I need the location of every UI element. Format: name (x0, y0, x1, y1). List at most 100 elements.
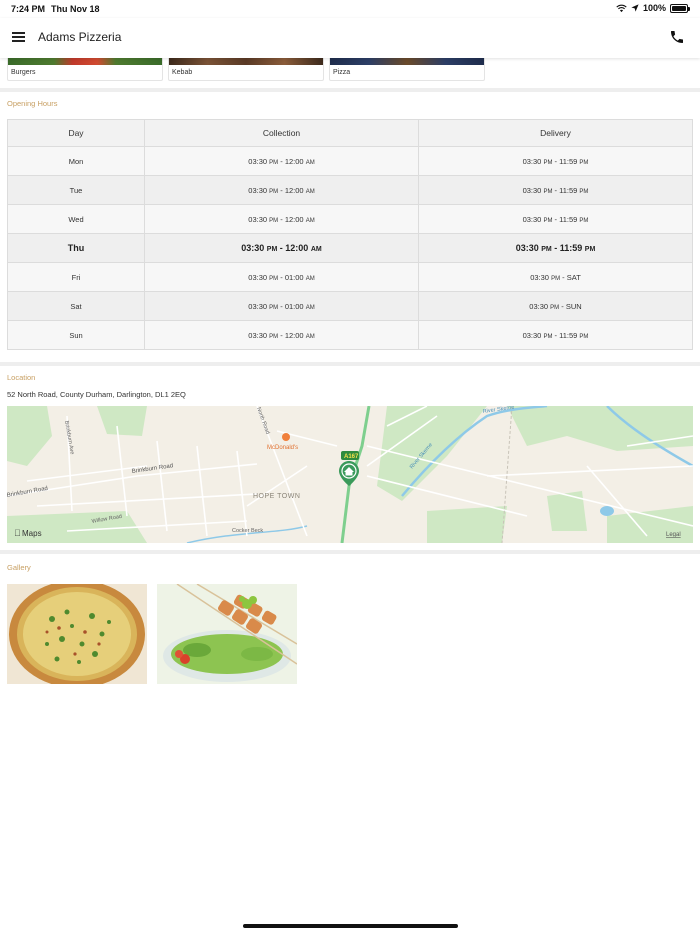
map-poi-label: McDonald's (267, 445, 298, 451)
category-card-kebab[interactable]: Kebab (168, 58, 324, 81)
collection-cell: 03:30 PM - 12:00 AM (144, 175, 419, 205)
category-card-pizza[interactable]: Pizza (329, 58, 485, 81)
status-time: 7:24 PM (11, 4, 46, 14)
collection-cell: 03:30 PM - 01:00 AM (144, 291, 419, 321)
maps-attribution: Maps (22, 529, 42, 538)
category-label: Pizza (333, 69, 351, 76)
day-label: Thu (67, 243, 85, 253)
delivery-start: 03:30 (522, 330, 542, 340)
collection-end: 12:00 (284, 214, 304, 224)
category-image-pizza (330, 58, 484, 65)
header-delivery: Delivery (418, 119, 693, 147)
delivery-start-ampm: PM (550, 304, 560, 311)
battery-icon (670, 3, 690, 13)
delivery-start-ampm: PM (543, 217, 553, 224)
delivery-end-ampm: PM (579, 188, 589, 195)
collection-end: 12:00 (285, 243, 309, 253)
collection-start-ampm: PM (269, 159, 279, 166)
collection-start-ampm: PM (269, 304, 279, 311)
collection-cell: 03:30 PM - 12:00 AM (144, 146, 419, 176)
location-arrow-icon (631, 4, 639, 12)
collection-end-ampm: AM (305, 159, 315, 166)
table-header-row: Day Collection Delivery (7, 119, 693, 147)
collection-end: 12:00 (284, 185, 304, 195)
hours-row-thu: Thu 03:30 PM - 12:00 AM 03:30 PM - 11:59… (7, 233, 693, 263)
collection-end-ampm: AM (305, 304, 315, 311)
route-badge-label: A167 (344, 454, 359, 460)
status-bar: 7:24 PM Thu Nov 18 100% (0, 0, 700, 18)
delivery-cell: 03:30 PM - 11:59 PM (418, 146, 693, 176)
delivery-start-ampm: PM (543, 188, 553, 195)
section-divider (0, 362, 700, 366)
delivery-end-ampm: PM (579, 159, 589, 166)
delivery-end-ampm: PM (579, 333, 589, 340)
delivery-cell: 03:30 PM - SAT (418, 262, 693, 292)
delivery-end-ampm: PM (579, 217, 589, 224)
collection-start-ampm: PM (269, 275, 279, 282)
delivery-start: 03:30 (522, 185, 542, 195)
day-cell: Thu (7, 233, 145, 263)
battery-level (672, 5, 686, 11)
header-day: Day (7, 119, 145, 147)
collection-cell: 03:30 PM - 12:00 AM (144, 233, 419, 263)
delivery-cell: 03:30 PM - 11:59 PM (418, 175, 693, 205)
collection-end: 12:00 (284, 330, 304, 340)
delivery-end-ampm: PM (584, 246, 596, 253)
day-label: Tue (69, 185, 83, 195)
map-area-label: HOPE TOWN (253, 493, 300, 500)
delivery-cell: 03:30 PM - SUN (418, 291, 693, 321)
gallery-image-kebab[interactable] (157, 584, 297, 684)
category-label: Burgers (11, 69, 36, 76)
day-cell: Tue (7, 175, 145, 205)
delivery-cell: 03:30 PM - 11:59 PM (418, 204, 693, 234)
collection-end-ampm: AM (305, 275, 315, 282)
hamburger-menu-icon[interactable] (12, 31, 26, 43)
day-label: Fri (71, 272, 81, 282)
hours-row-sat: Sat 03:30 PM - 01:00 AM 03:30 PM - SUN (7, 291, 693, 321)
collection-end: 12:00 (284, 156, 304, 166)
opening-hours-table: Day Collection Delivery Mon 03:30 PM - 1… (7, 119, 693, 350)
collection-start: 03:30 (248, 214, 268, 224)
battery-percent: 100% (642, 3, 666, 13)
delivery-end: 11:59 (559, 214, 578, 224)
collection-start: 03:30 (248, 272, 268, 282)
home-indicator (243, 924, 458, 928)
hours-row-sun: Sun 03:30 PM - 12:00 AM 03:30 PM - 11:59… (7, 320, 693, 350)
delivery-end: SAT (566, 272, 581, 282)
collection-cell: 03:30 PM - 12:00 AM (144, 204, 419, 234)
top-nav-bar: Adams Pizzeria (0, 18, 700, 58)
collection-start-ampm: PM (269, 333, 279, 340)
delivery-start: 03:30 (529, 301, 549, 311)
section-divider (0, 88, 700, 92)
delivery-start: 03:30 (522, 156, 542, 166)
restaurant-name: Adams Pizzeria (38, 30, 122, 44)
delivery-end: 11:59 (559, 185, 578, 195)
section-divider (0, 550, 700, 554)
category-card-burgers[interactable]: Burgers (7, 58, 163, 81)
kebab-skewer-photo (157, 584, 297, 684)
collection-start: 03:30 (241, 243, 265, 253)
day-cell: Wed (7, 204, 145, 234)
hours-row-tue: Tue 03:30 PM - 12:00 AM 03:30 PM - 11:59… (7, 175, 693, 205)
gallery-image-pizza[interactable] (7, 584, 147, 684)
day-cell: Sat (7, 291, 145, 321)
day-label: Sat (70, 301, 82, 311)
legal-link[interactable]: Legal (666, 532, 681, 538)
category-image-kebab (169, 58, 323, 65)
collection-start: 03:30 (248, 301, 268, 311)
collection-start: 03:30 (248, 330, 268, 340)
pizza-photo (7, 584, 147, 684)
collection-cell: 03:30 PM - 01:00 AM (144, 262, 419, 292)
day-cell: Mon (7, 146, 145, 176)
delivery-end: SUN (565, 301, 582, 311)
header-collection: Collection (144, 119, 419, 147)
delivery-end: 11:59 (559, 156, 578, 166)
day-cell: Sun (7, 320, 145, 350)
status-indicators: 100% (616, 3, 690, 13)
gallery-title: Gallery (7, 563, 31, 572)
location-title: Location (7, 373, 36, 382)
location-map[interactable]: Brinkburn Road Brinkburn Road Brinkburn … (7, 406, 693, 543)
collection-start-ampm: PM (266, 246, 278, 253)
delivery-start-ampm: PM (543, 333, 553, 340)
phone-icon[interactable] (669, 29, 685, 45)
